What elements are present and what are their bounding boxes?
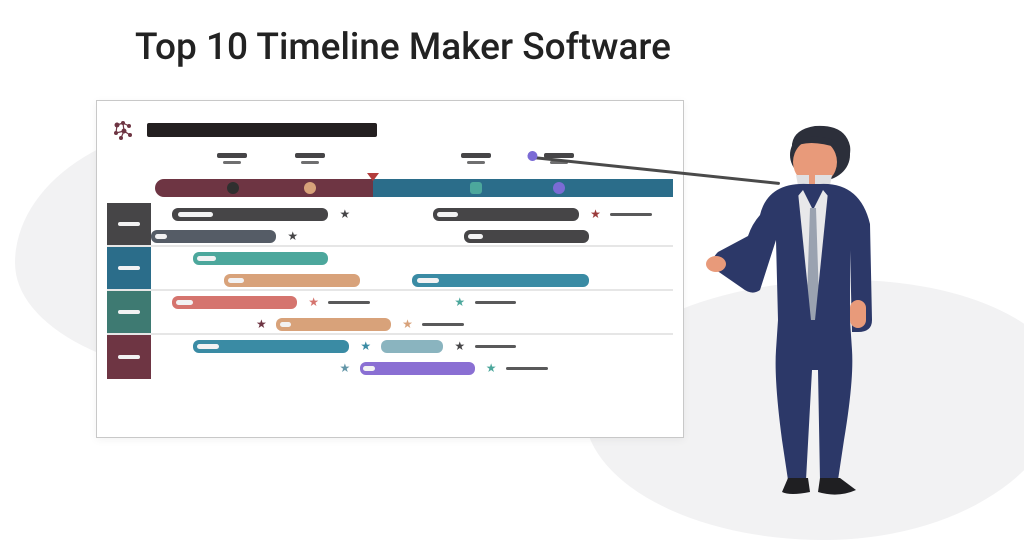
task-bar[interactable] (172, 296, 297, 309)
task-bar[interactable] (193, 252, 329, 265)
timeline-bar[interactable] (155, 179, 673, 197)
task-bar[interactable] (193, 340, 350, 353)
timeline-marker[interactable] (470, 182, 482, 194)
task-bar[interactable] (151, 230, 276, 243)
timeline-marker[interactable] (553, 182, 565, 194)
gantt-row: ★ ★ ★ ★ (107, 291, 673, 335)
task-bar[interactable] (360, 362, 475, 375)
timeline-current-marker-icon (367, 173, 379, 181)
row-body: ★ ★ ★ (151, 203, 673, 245)
timeline-board: ★ ★ ★ ★ ★ ★ ★ ★ ★ ★ ★ (96, 100, 684, 438)
page-title: Top 10 Timeline Maker Software (135, 26, 671, 69)
task-bar[interactable] (224, 274, 360, 287)
task-bar[interactable] (276, 318, 391, 331)
timeline-tick-label (217, 153, 247, 164)
timeline-marker[interactable] (227, 182, 239, 194)
milestone-star-icon[interactable]: ★ (454, 296, 466, 308)
row-body (151, 247, 673, 289)
task-bar[interactable] (464, 230, 589, 243)
row-body: ★ ★ ★ ★ (151, 335, 673, 379)
milestone-star-icon[interactable]: ★ (360, 340, 372, 352)
milestone-label-placeholder (506, 367, 548, 370)
milestone-star-icon[interactable]: ★ (339, 362, 351, 374)
row-header[interactable] (107, 335, 151, 379)
milestone-label-placeholder (610, 213, 652, 216)
task-bar[interactable] (433, 208, 579, 221)
pointer-tip-icon (527, 150, 538, 161)
milestone-star-icon[interactable]: ★ (255, 318, 267, 330)
row-body: ★ ★ ★ ★ (151, 291, 673, 333)
milestone-star-icon[interactable]: ★ (287, 230, 299, 242)
row-header[interactable] (107, 247, 151, 289)
gantt-row: ★ ★ ★ (107, 203, 673, 247)
milestone-label-placeholder (475, 301, 517, 304)
gantt-rows: ★ ★ ★ ★ ★ ★ ★ ★ ★ ★ ★ (107, 203, 673, 427)
gantt-row: ★ ★ ★ ★ (107, 335, 673, 379)
milestone-star-icon[interactable]: ★ (485, 362, 497, 374)
timeline-marker[interactable] (304, 182, 316, 194)
milestone-label-placeholder (328, 301, 370, 304)
milestone-label-placeholder (422, 323, 464, 326)
milestone-star-icon[interactable]: ★ (402, 318, 414, 330)
milestone-star-icon[interactable]: ★ (454, 340, 466, 352)
row-header[interactable] (107, 203, 151, 245)
milestone-star-icon[interactable]: ★ (339, 208, 351, 220)
timeline-tick-label (295, 153, 325, 164)
milestone-label-placeholder (475, 345, 517, 348)
gantt-row (107, 247, 673, 291)
task-bar[interactable] (172, 208, 329, 221)
row-header[interactable] (107, 291, 151, 333)
timeline-segment-1 (155, 179, 373, 197)
timeline-tick-label (461, 153, 491, 164)
timeline-segment-2 (373, 179, 673, 197)
task-bar[interactable] (412, 274, 589, 287)
board-title-placeholder (147, 123, 377, 137)
task-bar[interactable] (381, 340, 444, 353)
app-logo-icon (111, 119, 135, 143)
milestone-star-icon[interactable]: ★ (308, 296, 320, 308)
milestone-star-icon[interactable]: ★ (589, 208, 601, 220)
